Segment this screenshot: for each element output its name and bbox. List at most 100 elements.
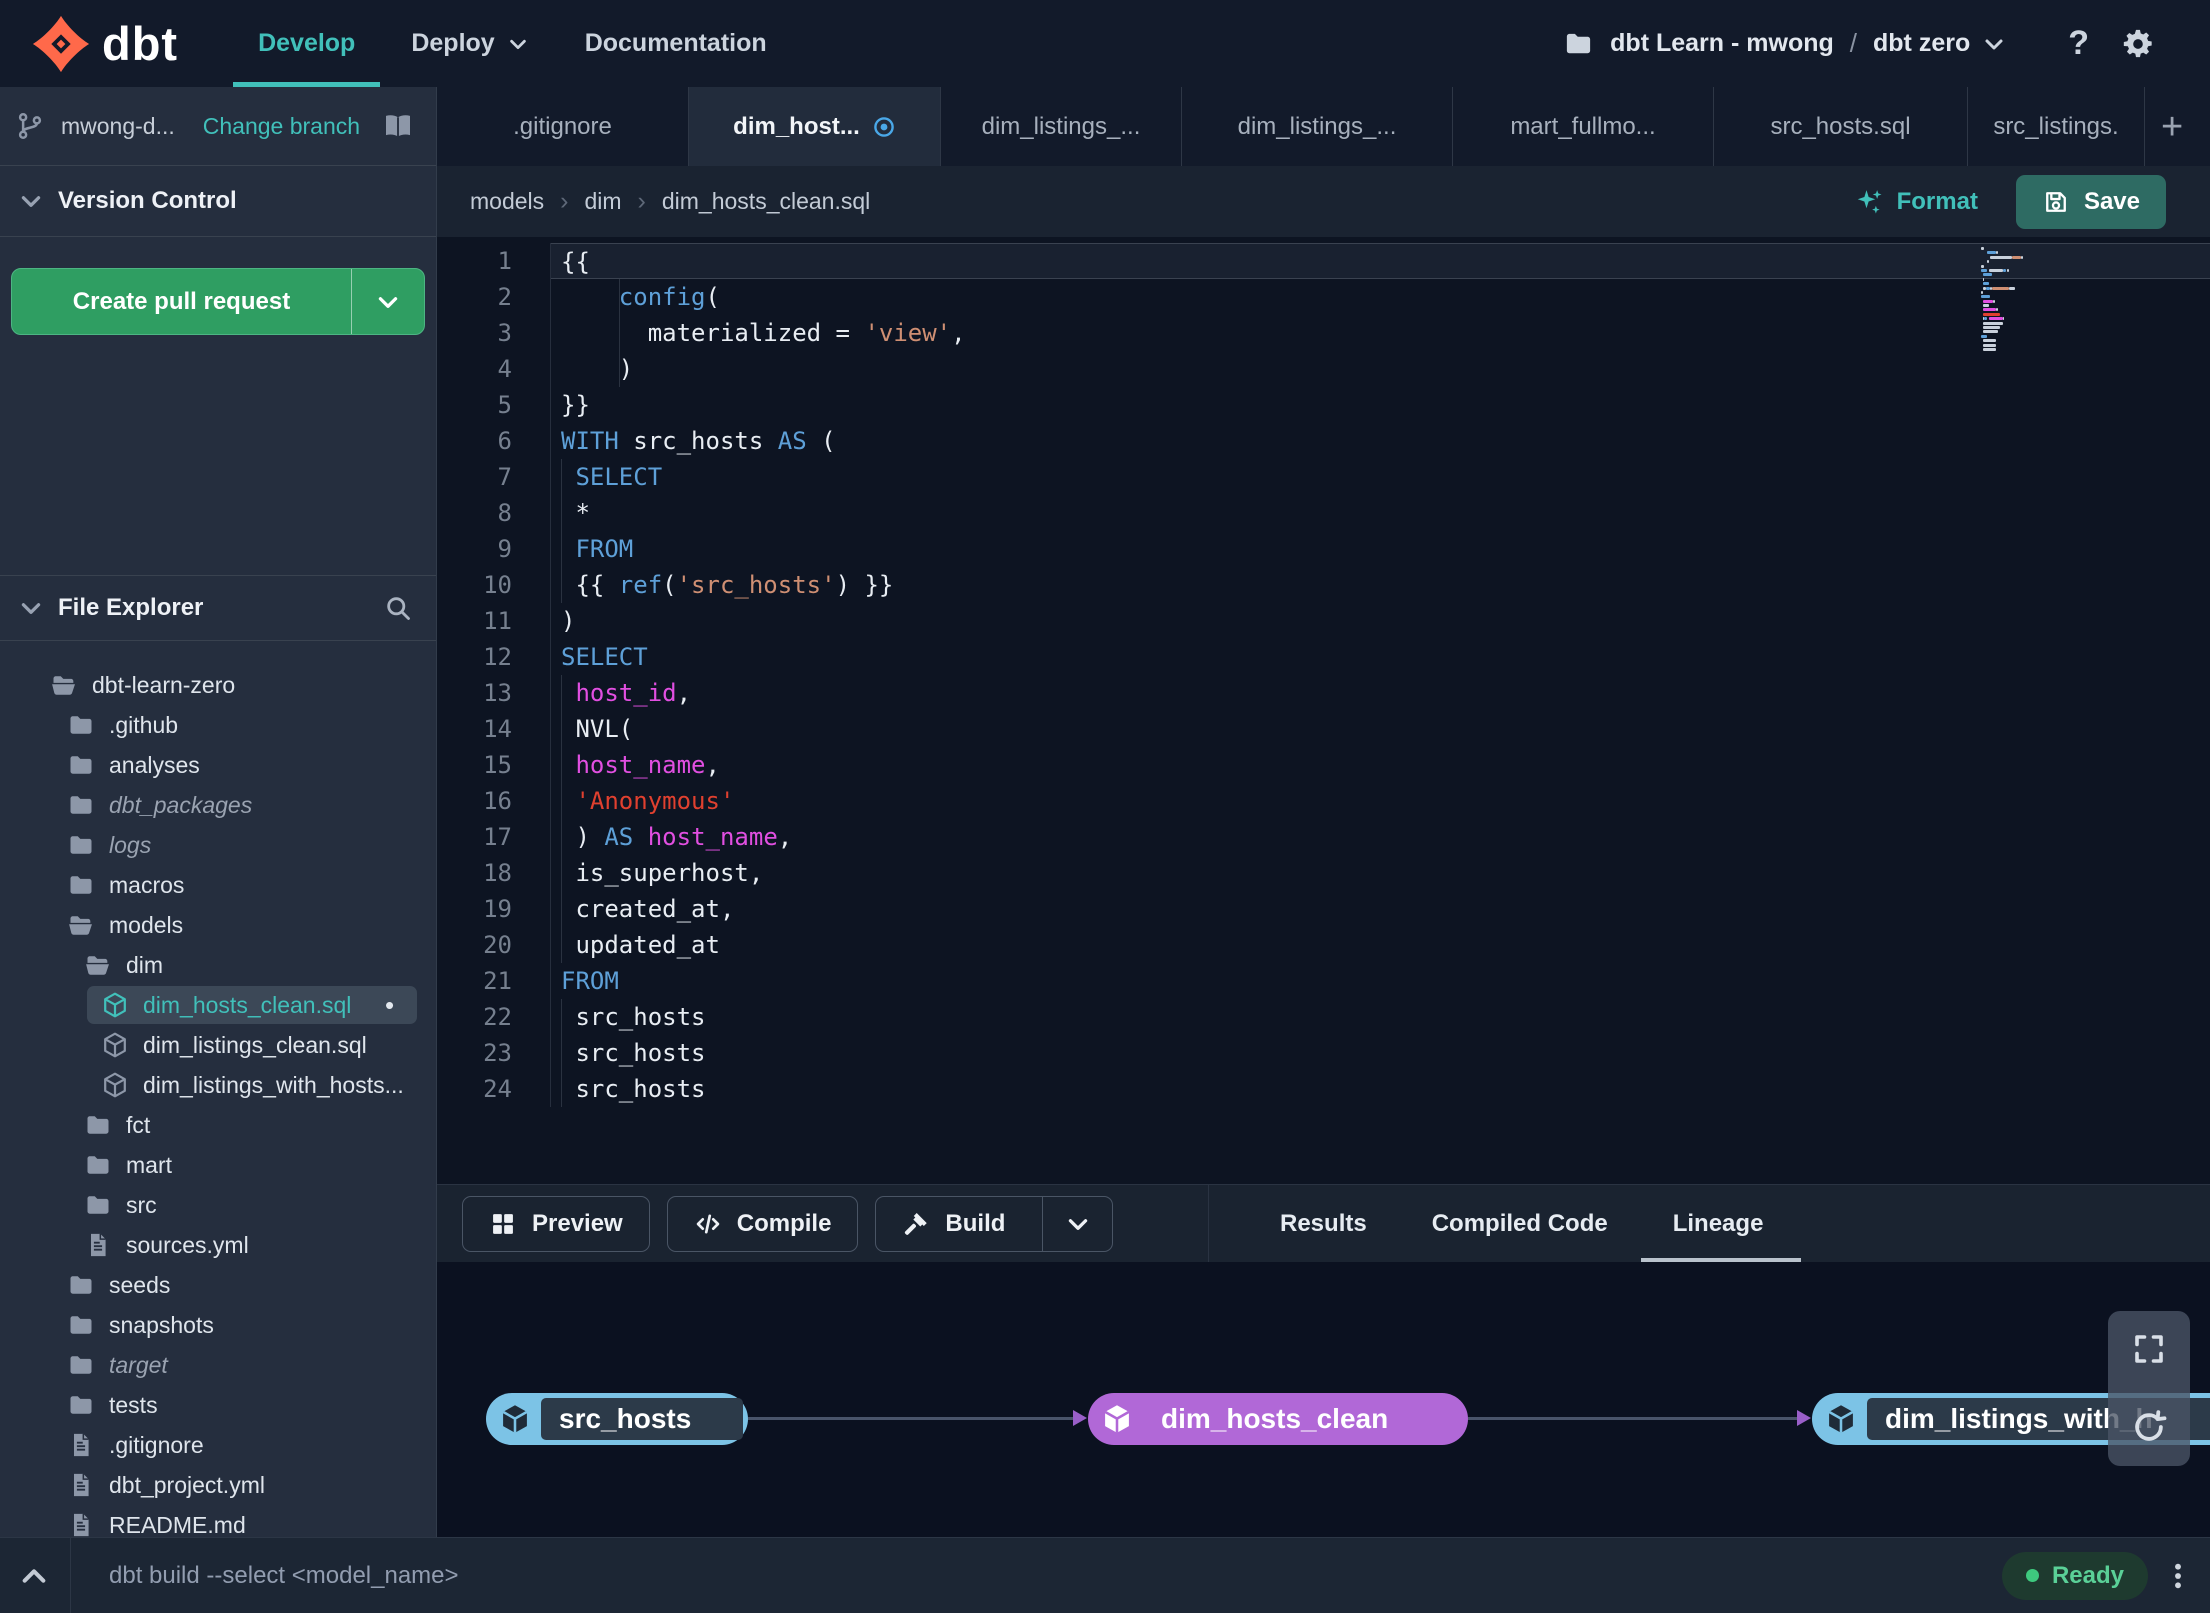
refresh-icon[interactable] bbox=[2130, 1408, 2168, 1446]
panel-tab-compiled-code[interactable]: Compiled Code bbox=[1432, 1185, 1608, 1263]
chevron-up-icon[interactable] bbox=[18, 1560, 50, 1592]
tree-item-tests[interactable]: tests bbox=[0, 1385, 436, 1425]
code-line[interactable]: 13 host_id, bbox=[437, 675, 2210, 711]
chevron-down-icon[interactable] bbox=[18, 188, 44, 214]
new-tab-button[interactable]: + bbox=[2161, 108, 2183, 146]
tree-item-logs[interactable]: logs bbox=[0, 825, 436, 865]
tree-item-dbt-project-yml[interactable]: dbt_project.yml bbox=[0, 1465, 436, 1505]
panel-tab-results[interactable]: Results bbox=[1280, 1185, 1367, 1263]
kebab-menu-icon[interactable] bbox=[2162, 1560, 2194, 1592]
tree-item-src[interactable]: src bbox=[0, 1185, 436, 1225]
build-button[interactable]: Build bbox=[875, 1196, 1114, 1252]
tree-item-macros[interactable]: macros bbox=[0, 865, 436, 905]
compile-button[interactable]: Compile bbox=[666, 1196, 859, 1252]
code-line[interactable]: 11) bbox=[437, 603, 2210, 639]
lineage-node-dim_hosts_clean[interactable]: dim_hosts_clean bbox=[1088, 1393, 1468, 1445]
code-line[interactable]: 15 host_name, bbox=[437, 747, 2210, 783]
code-line[interactable]: 10 {{ ref('src_hosts') }} bbox=[437, 567, 2210, 603]
panel-tab-lineage[interactable]: Lineage bbox=[1640, 1185, 1802, 1263]
tree-item-sources-yml[interactable]: sources.yml bbox=[0, 1225, 436, 1265]
tab-dim-host-[interactable]: dim_host... bbox=[689, 87, 941, 166]
code-line[interactable]: 20 updated_at bbox=[437, 927, 2210, 963]
lineage-node-src_hosts[interactable]: src_hosts bbox=[486, 1393, 748, 1445]
code-line[interactable]: 18 is_superhost, bbox=[437, 855, 2210, 891]
minimap[interactable] bbox=[1981, 247, 2027, 352]
command-input[interactable]: dbt build --select <model_name> bbox=[109, 1562, 459, 1590]
code-line[interactable]: 2 config( bbox=[437, 279, 2210, 315]
tree-item-seeds[interactable]: seeds bbox=[0, 1265, 436, 1305]
tree-item-label: target bbox=[109, 1351, 168, 1378]
tree-item-dim[interactable]: dim bbox=[0, 945, 436, 985]
fullscreen-icon[interactable] bbox=[2131, 1331, 2167, 1367]
tab-dim-listings-[interactable]: dim_listings_... bbox=[941, 87, 1182, 166]
code-line[interactable]: 21 FROM bbox=[437, 963, 2210, 999]
nav-link-documentation[interactable]: Documentation bbox=[585, 0, 767, 87]
create-pull-request-label[interactable]: Create pull request bbox=[12, 269, 352, 334]
project-name[interactable]: dbt Learn - mwong bbox=[1610, 29, 1834, 58]
tree-item--github[interactable]: .github bbox=[0, 705, 436, 745]
tab-src-listings-[interactable]: src_listings. bbox=[1968, 87, 2145, 166]
code-line[interactable]: 5}} bbox=[437, 387, 2210, 423]
tree-item-dbt-learn-zero[interactable]: dbt-learn-zero bbox=[0, 665, 436, 705]
code-line[interactable]: 4 ) bbox=[437, 351, 2210, 387]
preview-button[interactable]: Preview bbox=[462, 1196, 650, 1252]
code-line[interactable]: 9 FROM bbox=[437, 531, 2210, 567]
tree-item-dim-listings-with-hosts-[interactable]: dim_listings_with_hosts... bbox=[0, 1065, 436, 1105]
breadcrumb-item[interactable]: dim_hosts_clean.sql bbox=[662, 188, 870, 215]
gear-icon[interactable] bbox=[2121, 27, 2155, 61]
code-line[interactable]: 8 * bbox=[437, 495, 2210, 531]
tree-item--gitignore[interactable]: .gitignore bbox=[0, 1425, 436, 1465]
help-button[interactable]: ? bbox=[2068, 24, 2089, 63]
token: ( bbox=[705, 283, 720, 311]
breadcrumb-item[interactable]: models bbox=[470, 188, 544, 215]
change-branch-link[interactable]: Change branch bbox=[203, 113, 360, 140]
tree-item-analyses[interactable]: analyses bbox=[0, 745, 436, 785]
code-line[interactable]: 12 SELECT bbox=[437, 639, 2210, 675]
pr-dropdown-button[interactable] bbox=[352, 269, 424, 334]
nav-link-deploy[interactable]: Deploy bbox=[411, 0, 528, 87]
search-icon[interactable] bbox=[384, 594, 412, 622]
chevron-down-icon[interactable] bbox=[18, 595, 44, 621]
tree-item-dim-listings-clean-sql[interactable]: dim_listings_clean.sql bbox=[0, 1025, 436, 1065]
code-line[interactable]: 1 {{ bbox=[437, 243, 2210, 279]
code-line[interactable]: 7 SELECT bbox=[437, 459, 2210, 495]
code-line[interactable]: 19 created_at, bbox=[437, 891, 2210, 927]
code-text: materialized = 'view', bbox=[551, 315, 2210, 351]
save-button[interactable]: Save bbox=[2015, 174, 2166, 229]
tree-item-dim-hosts-clean-sql[interactable]: dim_hosts_clean.sql • bbox=[0, 985, 436, 1025]
tab-dim-listings-[interactable]: dim_listings_... bbox=[1182, 87, 1453, 166]
tab--gitignore[interactable]: .gitignore bbox=[437, 87, 689, 166]
tree-item-target[interactable]: target bbox=[0, 1345, 436, 1385]
code-line[interactable]: 3 materialized = 'view', bbox=[437, 315, 2210, 351]
code-line[interactable]: 22 src_hosts bbox=[437, 999, 2210, 1035]
code-line[interactable]: 17 ) AS host_name, bbox=[437, 819, 2210, 855]
code-line[interactable]: 23 src_hosts bbox=[437, 1035, 2210, 1071]
code-editor[interactable]: 1{{2 config(3 materialized = 'view', 4 ) 5… bbox=[437, 237, 2210, 1184]
tree-item-models[interactable]: models bbox=[0, 905, 436, 945]
environment-selector[interactable]: dbt zero bbox=[1873, 29, 1970, 58]
dbt-logo[interactable]: dbt bbox=[30, 13, 178, 75]
tab-src-hosts-sql[interactable]: src_hosts.sql bbox=[1714, 87, 1968, 166]
file-explorer-header[interactable]: File Explorer bbox=[0, 575, 436, 641]
code-line[interactable]: 16 'Anonymous' bbox=[437, 783, 2210, 819]
breadcrumb-item[interactable]: dim bbox=[584, 188, 621, 215]
code-line[interactable]: 24 src_hosts bbox=[437, 1071, 2210, 1107]
code-line[interactable]: 14 NVL( bbox=[437, 711, 2210, 747]
code-line[interactable]: 6 WITH src_hosts AS ( bbox=[437, 423, 2210, 459]
tab-mart-fullmo-[interactable]: mart_fullmo... bbox=[1453, 87, 1714, 166]
docs-book-icon[interactable] bbox=[382, 110, 414, 142]
nav-link-develop[interactable]: Develop bbox=[233, 0, 381, 87]
create-pull-request-button[interactable]: Create pull request bbox=[11, 268, 425, 335]
tree-item-snapshots[interactable]: snapshots bbox=[0, 1305, 436, 1345]
build-dropdown-button[interactable] bbox=[1042, 1196, 1112, 1252]
chevron-down-icon[interactable] bbox=[1982, 32, 2006, 56]
tree-item-dbt-packages[interactable]: dbt_packages bbox=[0, 785, 436, 825]
tree-item-fct[interactable]: fct bbox=[0, 1105, 436, 1145]
floppy-icon bbox=[2042, 188, 2070, 216]
tree-item-README-md[interactable]: README.md bbox=[0, 1505, 436, 1537]
tree-item-mart[interactable]: mart bbox=[0, 1145, 436, 1185]
version-control-header[interactable]: Version Control bbox=[0, 166, 436, 237]
format-button[interactable]: Format bbox=[1854, 187, 1978, 217]
lineage-graph[interactable]: src_hosts dim_hosts_clean dim_listings_wit… bbox=[437, 1262, 2210, 1537]
